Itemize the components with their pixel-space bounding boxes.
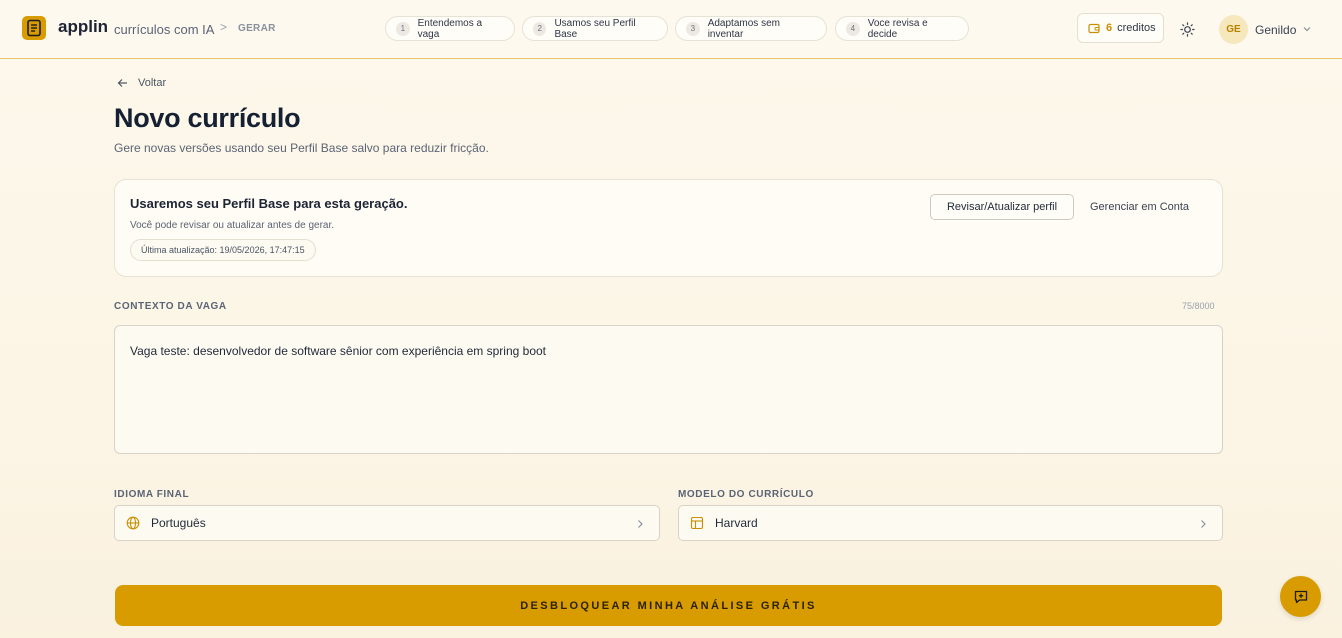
template-select[interactable]: Harvard: [678, 505, 1223, 541]
language-value: Português: [151, 516, 206, 530]
avatar[interactable]: GE: [1219, 15, 1248, 44]
template-value: Harvard: [715, 516, 758, 530]
page-subtitle: Gere novas versões usando seu Perfil Bas…: [114, 141, 489, 155]
arrow-left-icon: [117, 79, 127, 87]
context-label: CONTEXTO DA VAGA: [114, 301, 227, 312]
globe-icon: [126, 516, 140, 530]
step-label: Usamos seu Perfil Base: [554, 17, 636, 40]
unlock-analysis-button[interactable]: DESBLOQUEAR MINHA ANÁLISE GRÁTIS: [115, 585, 1222, 626]
top-header: applin currículos com IA > GERAR 1 Enten…: [0, 0, 1342, 59]
template-label: MODELO DO CURRÍCULO: [678, 489, 814, 500]
character-counter: 75/8000: [1182, 301, 1215, 311]
back-label: Voltar: [138, 77, 167, 89]
job-context-textarea[interactable]: Vaga teste: desenvolvedor de software sê…: [114, 325, 1223, 454]
step-3: 3 Adaptamos sem inventar: [675, 16, 827, 41]
card-description: Você pode revisar ou atualizar antes de …: [130, 220, 335, 231]
message-plus-icon: [1294, 590, 1307, 603]
credits-button[interactable]: 6 creditos: [1077, 13, 1164, 43]
review-profile-button[interactable]: Revisar/Atualizar perfil: [930, 194, 1074, 220]
document-icon[interactable]: [22, 16, 46, 40]
step-number: 4: [846, 21, 860, 36]
breadcrumb: GERAR: [238, 23, 276, 34]
brand-name[interactable]: applin: [58, 17, 108, 37]
credits-label: creditos: [1117, 22, 1156, 34]
language-select[interactable]: Português: [114, 505, 660, 541]
step-label: Voce revisa e decide: [867, 17, 928, 40]
breadcrumb-separator: >: [220, 20, 228, 34]
chevron-down-icon[interactable]: [1302, 24, 1312, 34]
step-number: 2: [533, 21, 547, 36]
step-label: Entendemos a vaga: [417, 17, 483, 40]
step-2: 2 Usamos seu Perfil Base: [522, 16, 668, 41]
card-title: Usaremos seu Perfil Base para esta geraç…: [130, 196, 408, 211]
step-1: 1 Entendemos a vaga: [385, 16, 515, 41]
layout-icon: [690, 516, 704, 530]
chevron-right-icon: [1201, 520, 1206, 528]
last-updated-badge: Última atualização: 19/05/2026, 17:47:15: [130, 239, 316, 261]
profile-base-card: Usaremos seu Perfil Base para esta geraç…: [114, 179, 1223, 277]
chevron-right-icon: [638, 520, 643, 528]
step-number: 1: [396, 21, 410, 36]
step-4: 4 Voce revisa e decide: [835, 16, 969, 41]
step-label: Adaptamos sem inventar: [707, 17, 780, 40]
language-label: IDIOMA FINAL: [114, 489, 190, 500]
username[interactable]: Genildo: [1255, 23, 1296, 37]
sun-icon[interactable]: [1180, 22, 1195, 37]
step-number: 3: [686, 21, 700, 36]
brand-tagline: currículos com IA: [114, 22, 215, 37]
credits-count: 6: [1106, 22, 1113, 34]
back-link[interactable]: Voltar: [117, 77, 166, 89]
manage-account-link[interactable]: Gerenciar em Conta: [1090, 194, 1189, 220]
page-title: Novo currículo: [114, 103, 301, 133]
feedback-button[interactable]: [1280, 576, 1321, 617]
wallet-icon: [1088, 23, 1100, 33]
